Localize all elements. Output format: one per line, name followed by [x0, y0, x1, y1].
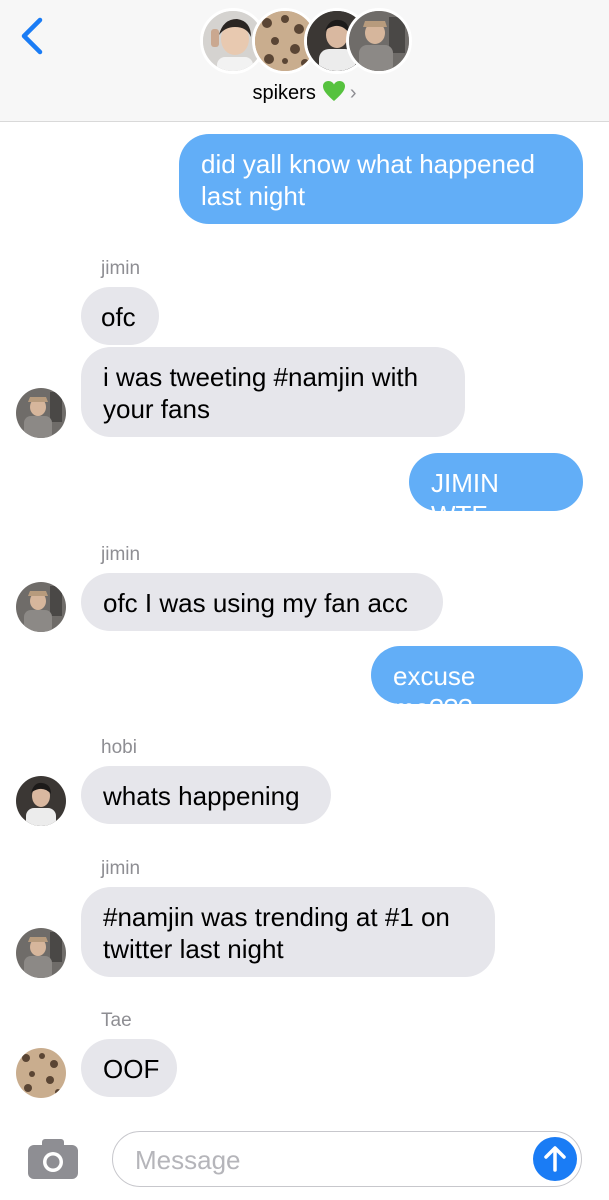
message-bubble-received[interactable]: whats happening	[81, 766, 331, 824]
message-bubble-received[interactable]: i was tweeting #namjin with your fans	[81, 347, 465, 437]
group-name-button[interactable]: spikers ›	[0, 80, 609, 108]
sender-name: jimin	[101, 858, 141, 879]
sender-avatar	[16, 582, 66, 632]
conversation-header: spikers ›	[0, 0, 609, 122]
sender-name: jimin	[101, 544, 141, 565]
message-bubble-sent[interactable]: excuse me???	[371, 646, 583, 723]
camera-button[interactable]	[26, 1135, 80, 1183]
sender-name: Tae	[101, 1010, 132, 1031]
sender-avatar	[16, 388, 66, 438]
sender-avatar	[16, 776, 66, 826]
message-bubble-sent[interactable]: JIMIN WTF	[409, 453, 583, 530]
back-button[interactable]	[18, 16, 48, 56]
send-button[interactable]	[533, 1137, 577, 1181]
sender-name: jimin	[101, 258, 141, 279]
message-bubble-received[interactable]: OOF	[81, 1039, 177, 1097]
group-name: spikers	[252, 82, 316, 104]
camera-icon	[28, 1139, 78, 1179]
message-bubble-received[interactable]: ofc I was using my fan acc	[81, 573, 443, 631]
message-placeholder: Message	[135, 1145, 241, 1175]
group-avatars[interactable]	[200, 8, 412, 76]
sender-avatar	[16, 928, 66, 978]
sender-avatar	[16, 1048, 66, 1098]
green-heart-icon	[322, 80, 346, 108]
member-avatar	[346, 8, 412, 74]
message-input[interactable]: Message	[112, 1131, 582, 1187]
arrow-up-icon	[544, 1146, 566, 1172]
message-bubble-received[interactable]: #namjin was trending at #1 on twitter la…	[81, 887, 495, 977]
chevron-left-icon	[21, 17, 43, 55]
message-bubble-received[interactable]: ofc	[81, 287, 159, 345]
sender-name: hobi	[101, 737, 137, 758]
message-bubble-sent[interactable]: did yall know what happened last night	[179, 134, 583, 224]
chevron-right-icon: ›	[349, 82, 357, 104]
